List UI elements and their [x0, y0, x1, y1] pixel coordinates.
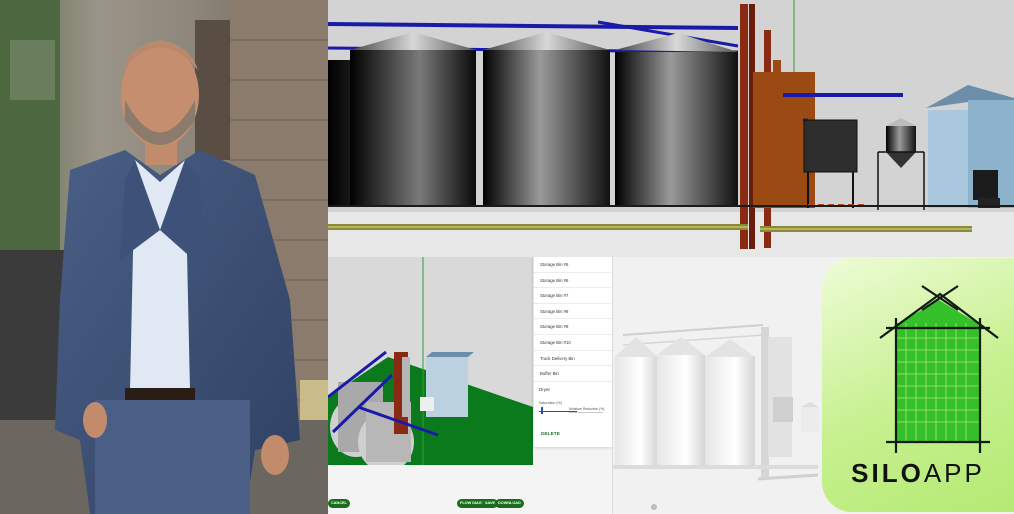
- layout-editor[interactable]: Storage Bin #5 Storage Bin #6 Storage Bi…: [328, 257, 612, 514]
- siloapp-wordmark: SILOAPP: [822, 458, 1014, 489]
- moisture-reduction-label: Moisture Reduction (%): [569, 407, 605, 411]
- list-item[interactable]: Storage Bin #9: [534, 319, 612, 335]
- list-item[interactable]: Buffer Bin: [534, 366, 612, 382]
- list-item[interactable]: Storage Bin #5: [534, 257, 612, 273]
- logo-text-app: APP: [923, 458, 985, 488]
- download-button[interactable]: DOWNLOAD: [495, 499, 524, 508]
- cancel-button[interactable]: CANCEL: [328, 499, 350, 508]
- farm-3d-scene[interactable]: [328, 0, 1014, 257]
- list-item[interactable]: Truck Delivery Bin: [534, 351, 612, 367]
- logo-text-silo: SILO: [851, 458, 924, 488]
- saturation-slider-handle[interactable]: [541, 407, 543, 414]
- bin-list-panel: Storage Bin #5 Storage Bin #6 Storage Bi…: [533, 257, 612, 447]
- list-item[interactable]: Storage Bin #6: [534, 273, 612, 289]
- portrait-image: [0, 0, 328, 514]
- saturation-label: Saturation (%): [539, 401, 562, 405]
- moisture-reduction-field[interactable]: [569, 412, 603, 413]
- dryer-section-label: Dryer: [539, 387, 550, 392]
- silo-icon: [879, 285, 999, 453]
- editor-3d-canvas[interactable]: [328, 257, 533, 472]
- siloapp-logo: SILOAPP: [822, 258, 1014, 512]
- list-item[interactable]: Storage Bin #10: [534, 335, 612, 351]
- portrait-photo: [0, 0, 328, 514]
- list-item[interactable]: Storage Bin #7: [534, 288, 612, 304]
- list-item[interactable]: Storage Bin #8: [534, 304, 612, 320]
- farm-3d-render[interactable]: [328, 0, 1014, 257]
- delete-button[interactable]: DELETE: [541, 432, 560, 437]
